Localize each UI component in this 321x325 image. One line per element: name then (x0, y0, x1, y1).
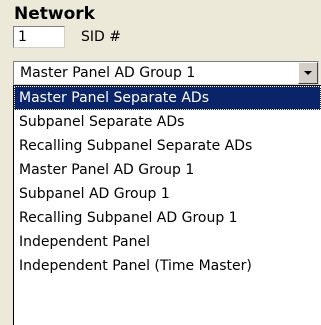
group-title: Network (14, 4, 95, 24)
dropdown-option-recalling-subpanel-ad-group-1[interactable]: Recalling Subpanel AD Group 1 (14, 206, 321, 230)
dropdown-option-independent-panel[interactable]: Independent Panel (14, 230, 321, 254)
dropdown-option-recalling-subpanel-separate-ads[interactable]: Recalling Subpanel Separate ADs (14, 134, 321, 158)
sid-input[interactable]: 1 (13, 26, 65, 48)
dropdown-list[interactable]: Master Panel Separate ADs Subpanel Separ… (13, 85, 321, 325)
panel-mode-combobox[interactable]: Master Panel AD Group 1 (13, 61, 319, 85)
dropdown-button[interactable] (298, 62, 318, 84)
chevron-down-icon (304, 71, 312, 75)
combo-selected-value: Master Panel AD Group 1 (20, 65, 196, 81)
dropdown-option-master-panel-separate-ads[interactable]: Master Panel Separate ADs (14, 86, 321, 110)
sid-label: SID # (81, 29, 121, 45)
dropdown-option-independent-panel-time-master[interactable]: Independent Panel (Time Master) (14, 254, 321, 278)
dropdown-option-subpanel-ad-group-1[interactable]: Subpanel AD Group 1 (14, 182, 321, 206)
dropdown-option-master-panel-ad-group-1[interactable]: Master Panel AD Group 1 (14, 158, 321, 182)
dropdown-option-subpanel-separate-ads[interactable]: Subpanel Separate ADs (14, 110, 321, 134)
